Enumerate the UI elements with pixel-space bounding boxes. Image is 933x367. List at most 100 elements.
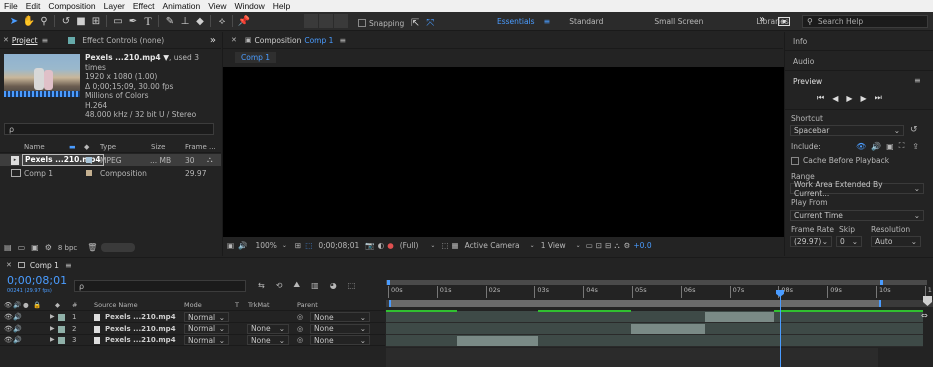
- audio-toggle-icon[interactable]: 🔊: [13, 313, 22, 321]
- audio-toggle-icon[interactable]: 🔊: [13, 336, 22, 344]
- layer-expand-icon[interactable]: ⇔: [921, 311, 928, 320]
- region-of-interest-icon[interactable]: ⬚: [441, 241, 448, 250]
- color-channels-icon[interactable]: ●: [387, 241, 394, 250]
- include-overlays-icon[interactable]: ▣: [886, 142, 894, 151]
- video-visibility-icon[interactable]: 👁: [4, 336, 13, 344]
- first-frame-icon[interactable]: ⏮: [817, 93, 824, 103]
- layer-mode-dropdown[interactable]: Normal ⌄: [184, 323, 229, 334]
- exposure-value[interactable]: +0.0: [633, 241, 651, 250]
- frame-rate-dropdown[interactable]: (29.97) ⌄: [790, 236, 832, 247]
- range-dropdown[interactable]: Work Area Extended By Current... ⌄: [790, 180, 924, 198]
- comp-close-icon[interactable]: ✕: [231, 36, 237, 44]
- project-settings-icon[interactable]: ⚙: [45, 243, 52, 252]
- bpc-label[interactable]: 8 bpc: [58, 244, 77, 252]
- comp-lock-icon[interactable]: ▣: [245, 36, 252, 44]
- comp-timecode[interactable]: 0;00;08;01: [318, 241, 359, 250]
- type-tool-icon[interactable]: T: [141, 14, 155, 28]
- camera-view-dropdown[interactable]: Active Camera: [465, 241, 520, 250]
- project-close-icon[interactable]: ✕: [3, 36, 9, 44]
- column-parent[interactable]: Parent: [297, 301, 318, 309]
- layer-name[interactable]: Pexels ...210.mp4: [105, 313, 176, 321]
- audio-preview-icon[interactable]: 🔊: [238, 241, 247, 250]
- include-video-icon[interactable]: 👁: [856, 142, 866, 151]
- layer-name[interactable]: Pexels ...210.mp4: [105, 325, 176, 333]
- workspace-essentials[interactable]: Essentials: [497, 17, 535, 26]
- include-layer-controls-icon[interactable]: ⛶: [899, 141, 905, 151]
- layer-parent-dropdown[interactable]: None ⌄: [310, 312, 370, 322]
- transparency-grid-icon[interactable]: ▦: [452, 241, 459, 250]
- flowchart-icon[interactable]: ⛬: [614, 241, 619, 251]
- audio-switch-icon[interactable]: 🔊: [13, 301, 21, 309]
- rotation-tool-icon[interactable]: ↺: [59, 14, 73, 28]
- composition-canvas[interactable]: [223, 67, 784, 237]
- pan-behind-tool-icon[interactable]: ⊞: [89, 14, 103, 28]
- timeline-tab[interactable]: Comp 1: [30, 261, 59, 270]
- audio-toggle-icon[interactable]: 🔊: [13, 325, 22, 333]
- column-source-name[interactable]: Source Name: [94, 301, 138, 309]
- project-scrollbar[interactable]: [101, 243, 136, 252]
- skip-dropdown[interactable]: 0 ⌄: [836, 236, 862, 247]
- column-mode[interactable]: Mode: [184, 301, 202, 309]
- workspace-more-button[interactable]: »: [759, 14, 765, 25]
- graph-editor-icon[interactable]: ⬚: [348, 281, 356, 290]
- layer-bar-1[interactable]: [386, 311, 923, 322]
- resolution-chevron-icon[interactable]: ⌄: [430, 242, 435, 249]
- menu-window[interactable]: Window: [231, 0, 269, 12]
- shortcut-dropdown[interactable]: Spacebar ⌄: [790, 125, 904, 136]
- toggle-pixel-aspect-icon[interactable]: ▭: [586, 241, 593, 250]
- always-preview-icon[interactable]: ▣: [227, 241, 234, 250]
- world-axis-icon[interactable]: [319, 14, 333, 28]
- range-bar-fill[interactable]: [389, 300, 881, 307]
- layer-label-color[interactable]: [58, 325, 65, 333]
- camera-tool-icon[interactable]: ■: [74, 14, 88, 28]
- video-visibility-icon[interactable]: 👁: [4, 313, 13, 321]
- snap-options-icon[interactable]: ⇱: [408, 16, 422, 30]
- layer-bar-1-span[interactable]: [705, 312, 774, 322]
- play-from-dropdown[interactable]: Current Time ⌄: [790, 210, 924, 221]
- panel-more-button[interactable]: »: [210, 35, 216, 46]
- snap-feature-icon[interactable]: ⤧: [423, 16, 437, 30]
- layer-parent-dropdown[interactable]: None ⌄: [310, 323, 370, 334]
- rectangle-tool-icon[interactable]: ▭: [111, 14, 125, 28]
- brush-tool-icon[interactable]: ✎: [163, 14, 177, 28]
- layer-row[interactable]: 👁 🔊 ▶ 1 Pexels ...210.mp4 Normal ⌄ ◎ None…: [0, 312, 385, 323]
- timeline-close-icon[interactable]: ✕: [6, 261, 12, 269]
- column-size[interactable]: Size: [151, 143, 165, 151]
- trash-icon[interactable]: 🗑: [87, 243, 97, 252]
- comp-tab-menu-icon[interactable]: ≡: [339, 36, 346, 45]
- parent-pickwhip-icon[interactable]: ◎: [297, 325, 303, 333]
- timeline-search-input[interactable]: ρ: [74, 280, 246, 292]
- audio-panel-tab[interactable]: Audio: [793, 57, 814, 66]
- snapshot-icon[interactable]: 📷: [365, 241, 374, 250]
- tab-effect-controls[interactable]: Effect Controls (none): [82, 36, 164, 45]
- menu-composition[interactable]: Composition: [44, 0, 99, 12]
- reset-icon[interactable]: ↺: [910, 125, 918, 135]
- workspace-menu-icon[interactable]: ≡: [544, 17, 551, 26]
- expand-arrow-icon[interactable]: ▶: [50, 325, 55, 332]
- resolution-dropdown[interactable]: (Full): [400, 241, 419, 250]
- column-frame[interactable]: Frame ...: [185, 143, 216, 151]
- menu-layer[interactable]: Layer: [100, 0, 129, 12]
- next-frame-icon[interactable]: ▶: [861, 94, 867, 103]
- new-folder-icon[interactable]: ▭: [18, 243, 26, 252]
- comp-tab-name[interactable]: Comp 1: [304, 36, 333, 45]
- project-item-row[interactable]: ▸ Pexels ...210.mp4 MPEG ... MB 30 ⛬: [0, 154, 221, 166]
- last-frame-icon[interactable]: ⏭: [875, 93, 882, 103]
- lock-switch-icon[interactable]: 🔒: [33, 301, 41, 309]
- selection-tool-icon[interactable]: ➤: [7, 14, 21, 28]
- footage-name[interactable]: Pexels ...210.mp4 ▼: [85, 53, 169, 62]
- expand-arrow-icon[interactable]: ▶: [50, 336, 55, 343]
- solo-switch-icon[interactable]: ●: [23, 301, 29, 309]
- layer-mode-dropdown[interactable]: Normal ⌄: [184, 312, 229, 322]
- cache-checkbox[interactable]: [791, 156, 799, 165]
- frame-blending-icon[interactable]: ▥: [311, 281, 319, 290]
- view-chevron-icon[interactable]: ⌄: [576, 242, 581, 249]
- previous-frame-icon[interactable]: ◀: [832, 94, 838, 103]
- clone-stamp-tool-icon[interactable]: ⊥: [178, 14, 192, 28]
- zoom-chevron-icon[interactable]: ⌄: [282, 242, 287, 249]
- external-video-icon[interactable]: ⇪: [912, 142, 919, 151]
- work-area-start[interactable]: [387, 280, 390, 285]
- playhead-line[interactable]: [780, 296, 781, 367]
- layer-row[interactable]: 👁 🔊 ▶ 2 Pexels ...210.mp4 Normal ⌄ None ⌄ …: [0, 323, 385, 335]
- label-column-icon[interactable]: ◆: [55, 301, 60, 309]
